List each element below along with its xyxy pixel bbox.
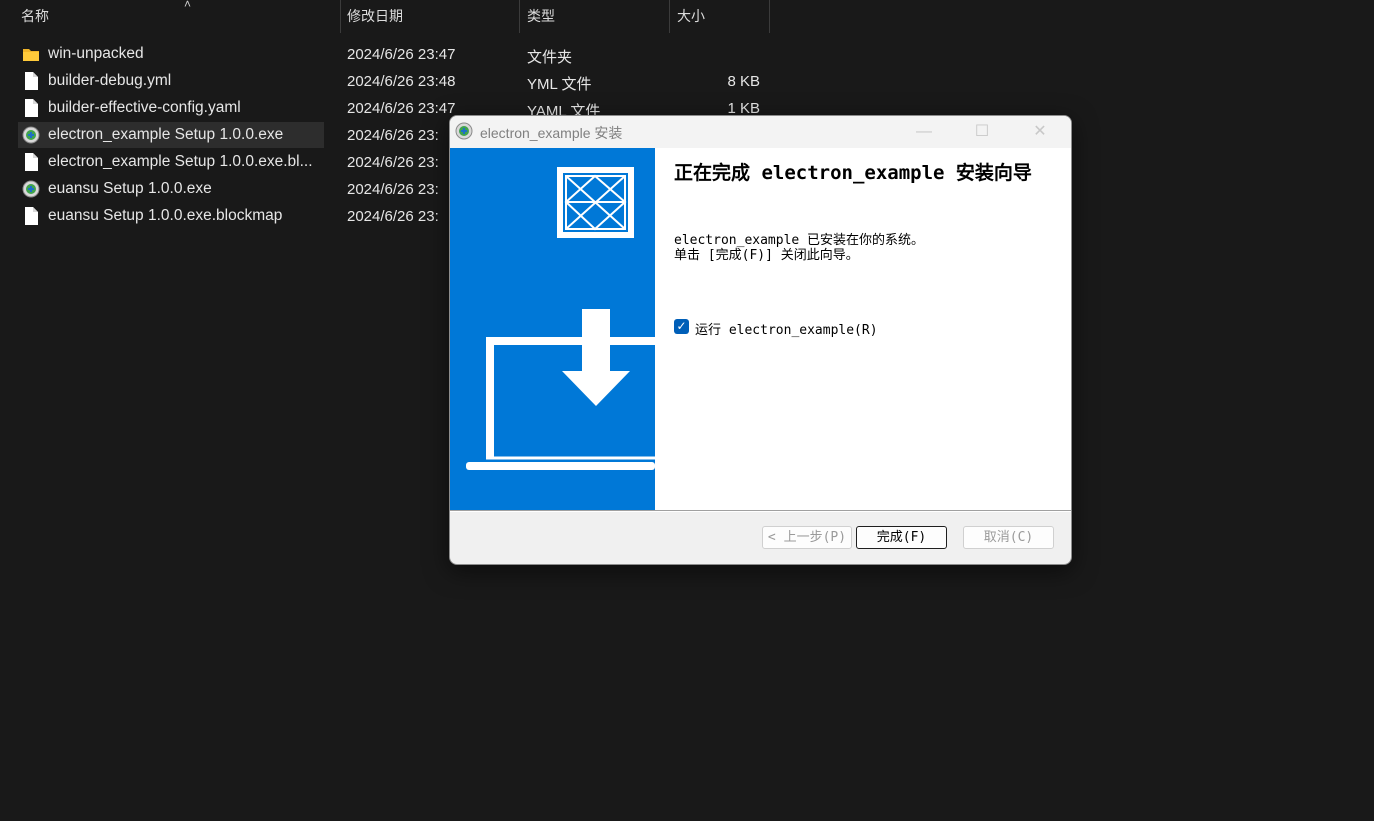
wizard-heading: 正在完成 electron_example 安装向导 [674,162,1032,184]
file-date: 2024/6/26 23: [347,208,439,225]
file-name: builder-debug.yml [48,72,172,89]
file-size: 8 KB [727,73,760,90]
column-size-label: 大小 [677,8,705,24]
file-date: 2024/6/26 23: [347,127,439,144]
column-header-name[interactable]: 名称 ˄ [14,0,341,33]
footer-divider-highlight [450,511,1071,512]
file-type: 文件夹 [527,49,573,66]
file-name: electron_example Setup 1.0.0.exe [48,126,284,143]
finish-button[interactable]: 完成(F) [856,526,947,549]
file-date: 2024/6/26 23: [347,154,439,171]
cancel-button[interactable]: 取消(C) [963,526,1054,549]
close-button[interactable]: ✕ [1017,116,1063,148]
file-name: euansu Setup 1.0.0.exe.blockmap [48,207,283,224]
file-date: 2024/6/26 23:47 [347,46,456,63]
run-app-label[interactable]: 运行 electron_example(R) [695,319,878,338]
message-line-installed: electron_example 已安装在你的系统。 [674,233,925,248]
installer-app-icon [455,122,473,140]
document-icon [25,207,38,225]
back-button[interactable]: < 上一步(P) [762,526,852,549]
file-row[interactable]: win-unpacked 2024/6/26 23:47 文件夹 [18,41,780,67]
installer-icon [22,180,40,198]
document-icon [25,99,38,117]
install-banner-graphic [466,167,655,470]
file-row[interactable]: builder-debug.yml 2024/6/26 23:48 YML 文件… [18,68,780,94]
column-modified-label: 修改日期 [347,8,403,24]
file-row-selected[interactable]: electron_example Setup 1.0.0.exe 2024/6/… [18,122,439,148]
file-name: euansu Setup 1.0.0.exe [48,180,212,197]
column-header-modified[interactable]: 修改日期 [340,0,520,33]
installer-icon [22,126,40,144]
run-app-checkbox[interactable]: ✓ [674,319,689,334]
wizard-banner [450,148,655,510]
file-date: 2024/6/26 23: [347,181,439,198]
sort-up-icon: ˄ [184,0,192,11]
minimize-button[interactable]: — [901,116,947,148]
column-type-label: 类型 [527,8,555,24]
checkmark-icon: ✓ [676,319,687,333]
column-header-type[interactable]: 类型 [520,0,670,33]
file-date: 2024/6/26 23:47 [347,100,456,117]
wizard-content: 正在完成 electron_example 安装向导 electron_exam… [655,148,1071,510]
file-type: YML 文件 [527,76,592,93]
maximize-button[interactable]: ☐ [959,116,1005,148]
dialog-titlebar[interactable]: electron_example 安装 — ☐ ✕ [450,116,1071,148]
document-icon [25,72,38,90]
message-line-instruction: 单击 [完成(F)] 关闭此向导。 [674,248,859,263]
installer-dialog: electron_example 安装 — ☐ ✕ 正在完成 electron_… [449,115,1072,565]
file-date: 2024/6/26 23:48 [347,73,456,90]
column-header-size[interactable]: 大小 [670,0,770,33]
wizard-message: electron_example 已安装在你的系统。 单击 [完成(F)] 关闭… [674,233,1054,263]
folder-icon [23,49,39,61]
document-icon [25,153,38,171]
file-name: builder-effective-config.yaml [48,99,241,116]
column-name-label: 名称 [21,8,49,24]
file-name: electron_example Setup 1.0.0.exe.bl... [48,153,313,170]
file-name: win-unpacked [48,45,144,62]
dialog-title: electron_example 安装 [480,125,623,141]
